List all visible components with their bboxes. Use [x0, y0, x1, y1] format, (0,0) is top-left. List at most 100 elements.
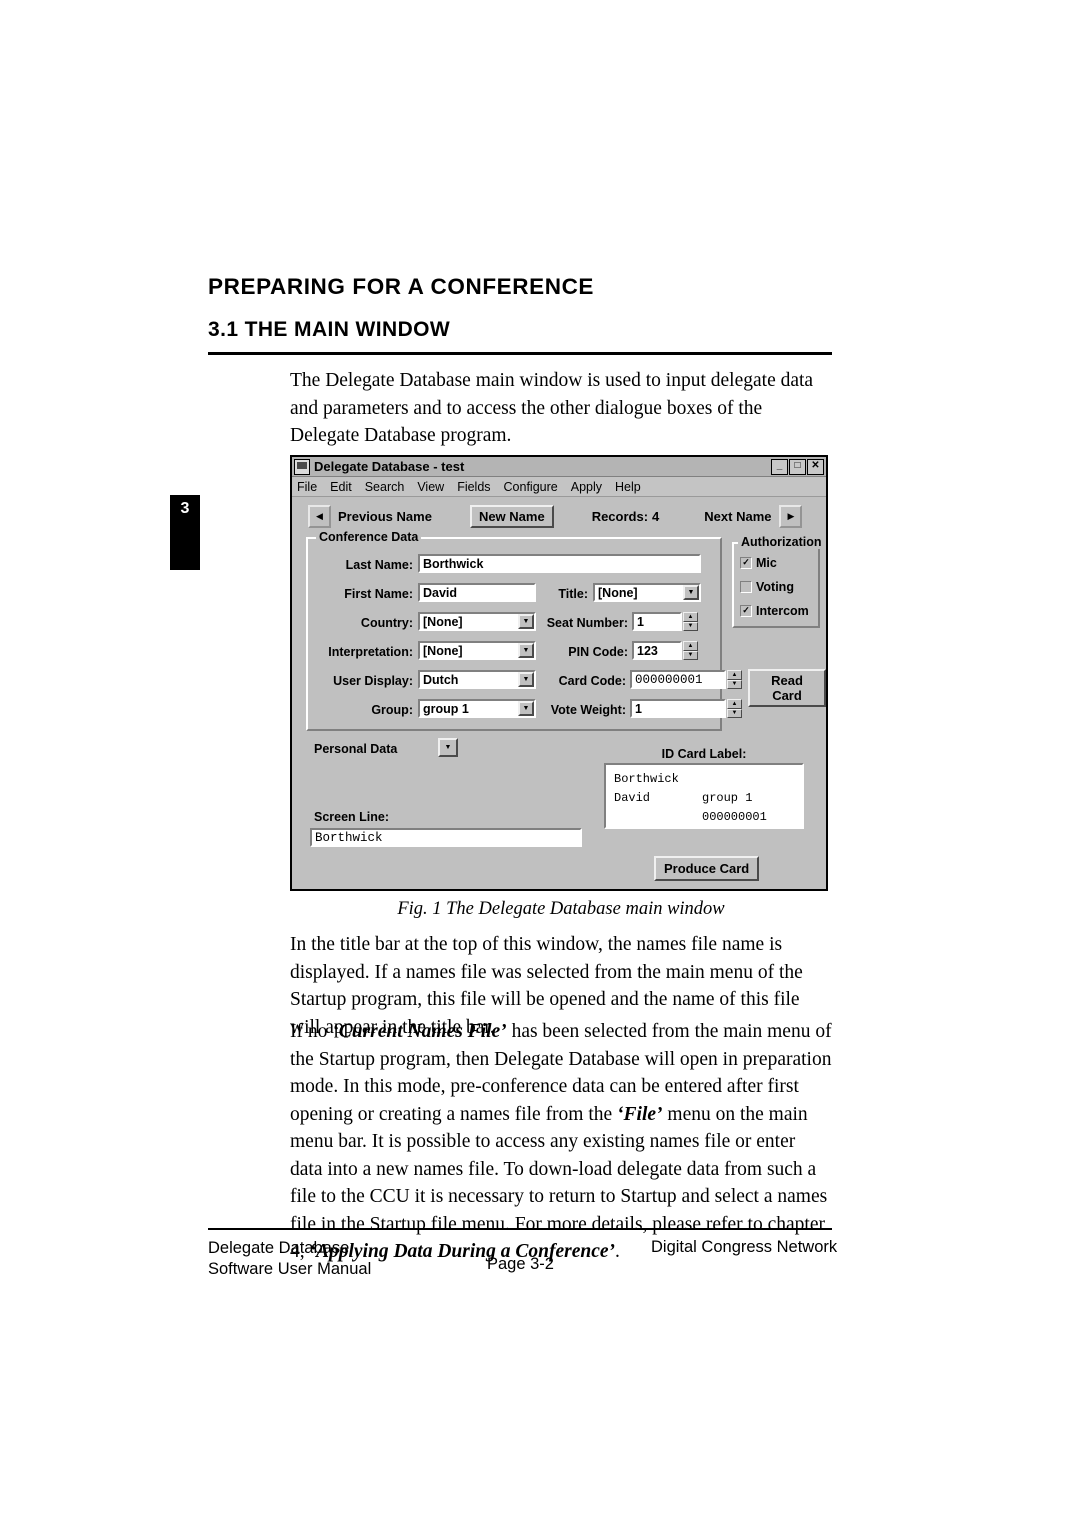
menu-item-fields[interactable]: Fields — [457, 480, 490, 494]
chevron-down-icon[interactable]: ▼ — [683, 585, 699, 600]
first-name-label: First Name: — [344, 587, 413, 601]
authorization-intercom-label: Intercom — [756, 604, 809, 618]
intro-paragraph: The Delegate Database main window is use… — [290, 370, 814, 446]
menu-item-file[interactable]: File — [297, 480, 317, 494]
record-navigation-bar: ◀ Previous Name New Name Records: 4 Next… — [292, 497, 826, 531]
stepper-up-icon[interactable]: ▲ — [727, 699, 742, 709]
authorization-intercom-checkbox[interactable]: ✓ Intercom — [740, 604, 809, 618]
title-label: Title: — [558, 587, 588, 601]
heading-divider — [208, 352, 832, 355]
footer-left: Delegate Database Software User Manual — [208, 1238, 371, 1280]
user-display-value: Dutch — [423, 672, 459, 687]
read-card-button[interactable]: Read Card — [748, 669, 826, 707]
conference-data-group-title: Conference Data — [316, 530, 422, 544]
stepper-down-icon[interactable]: ▼ — [683, 621, 698, 631]
last-name-label: Last Name: — [345, 558, 413, 572]
country-label: Country: — [360, 616, 413, 630]
footer-left-line1: Delegate Database — [208, 1239, 350, 1257]
menu-item-view[interactable]: View — [417, 480, 444, 494]
section-title: 3.1 THE MAIN WINDOW — [208, 318, 451, 341]
screen-line-input[interactable]: Borthwick — [310, 828, 582, 847]
records-label: Records: — [591, 508, 649, 524]
window-title: Delegate Database - test — [314, 459, 465, 474]
group-value: group 1 — [423, 701, 469, 716]
chevron-down-icon[interactable]: ▼ — [518, 643, 534, 658]
footer-left-line2: Software User Manual — [208, 1260, 372, 1278]
checkbox-unchecked-icon — [740, 581, 752, 593]
title-select[interactable]: [None] ▼ — [593, 583, 701, 602]
id-card-line3-right: 000000001 — [702, 810, 767, 824]
previous-name-arrow-icon[interactable]: ◀ — [308, 504, 331, 528]
checkbox-checked-icon: ✓ — [740, 605, 752, 617]
menu-item-configure[interactable]: Configure — [504, 480, 558, 494]
menu-bar: File Edit Search View Fields Configure A… — [292, 477, 826, 497]
first-name-input[interactable]: David — [418, 583, 536, 602]
authorization-voting-checkbox[interactable]: Voting — [740, 580, 794, 594]
application-icon — [294, 458, 310, 475]
close-button[interactable]: ✕ — [807, 458, 824, 475]
interpretation-label: Interpretation: — [328, 645, 413, 659]
authorization-group-title: Authorization — [738, 535, 825, 549]
footer-divider — [208, 1228, 832, 1230]
id-card-line2-left: David — [614, 791, 651, 805]
country-value: [None] — [423, 614, 463, 629]
footer-right: Digital Congress Network — [651, 1238, 838, 1256]
title-value: [None] — [598, 585, 638, 600]
vote-weight-stepper[interactable]: ▲ ▼ — [727, 699, 742, 718]
country-select[interactable]: [None] ▼ — [418, 612, 536, 631]
stepper-up-icon[interactable]: ▲ — [683, 641, 698, 651]
checkbox-checked-icon: ✓ — [740, 557, 752, 569]
screen-line-label: Screen Line: — [314, 810, 390, 824]
figure-caption: Fig. 1 The Delegate Database main window — [397, 899, 725, 919]
menu-item-help[interactable]: Help — [615, 480, 641, 494]
window-buttons: _ □ ✕ — [771, 458, 824, 475]
authorization-voting-label: Voting — [756, 580, 794, 594]
id-card-preview: Borthwick David group 1 000000001 — [604, 763, 804, 829]
chapter-tab: 3 — [170, 495, 200, 570]
stepper-down-icon[interactable]: ▼ — [727, 708, 742, 718]
card-code-stepper[interactable]: ▲ ▼ — [727, 670, 742, 689]
card-code-input[interactable]: 000000001 — [630, 670, 726, 689]
interpretation-select[interactable]: [None] ▼ — [418, 641, 536, 660]
records-value: 4 — [652, 508, 660, 524]
footer-page-number: Page 3-2 — [487, 1255, 554, 1273]
seat-number-stepper[interactable]: ▲ ▼ — [683, 612, 698, 631]
previous-name-label: Previous Name — [338, 508, 432, 524]
authorization-mic-label: Mic — [756, 556, 777, 570]
seat-number-input[interactable]: 1 — [632, 612, 682, 631]
user-display-select[interactable]: Dutch ▼ — [418, 670, 536, 689]
pin-code-input[interactable]: 123 — [632, 641, 682, 660]
id-card-line2-right: group 1 — [702, 791, 753, 805]
chevron-down-icon[interactable]: ▼ — [438, 738, 458, 757]
new-name-button[interactable]: New Name — [469, 504, 554, 528]
produce-card-button[interactable]: Produce Card — [654, 856, 760, 881]
card-code-label: Card Code: — [558, 674, 626, 688]
menu-item-search[interactable]: Search — [365, 480, 405, 494]
user-display-label: User Display: — [333, 674, 413, 688]
id-card-line1: Borthwick — [614, 772, 679, 786]
minimize-button[interactable]: _ — [771, 458, 788, 475]
interpretation-value: [None] — [423, 643, 463, 658]
personal-data-dropdown[interactable]: ▼ — [438, 738, 460, 757]
window-titlebar: Delegate Database - test _ □ ✕ — [292, 457, 826, 477]
last-name-input[interactable]: Borthwick — [418, 554, 701, 573]
personal-data-label: Personal Data — [314, 742, 398, 756]
authorization-mic-checkbox[interactable]: ✓ Mic — [740, 556, 777, 570]
stepper-down-icon[interactable]: ▼ — [727, 679, 742, 689]
delegate-database-window: Delegate Database - test _ □ ✕ File Edit… — [290, 455, 828, 891]
menu-item-edit[interactable]: Edit — [330, 480, 352, 494]
id-card-label-title: ID Card Label: — [661, 747, 747, 761]
next-name-label: Next Name — [704, 508, 772, 524]
stepper-up-icon[interactable]: ▲ — [727, 670, 742, 680]
vote-weight-label: Vote Weight: — [550, 703, 626, 717]
menu-item-apply[interactable]: Apply — [571, 480, 602, 494]
maximize-button[interactable]: □ — [789, 458, 806, 475]
vote-weight-input[interactable]: 1 — [630, 699, 726, 718]
stepper-down-icon[interactable]: ▼ — [683, 650, 698, 660]
group-select[interactable]: group 1 ▼ — [418, 699, 536, 718]
next-name-arrow-icon[interactable]: ▶ — [779, 504, 803, 528]
group-label: Group: — [371, 703, 413, 717]
pin-code-label: PIN Code: — [568, 645, 628, 659]
stepper-up-icon[interactable]: ▲ — [683, 612, 698, 622]
pin-code-stepper[interactable]: ▲ ▼ — [683, 641, 698, 660]
